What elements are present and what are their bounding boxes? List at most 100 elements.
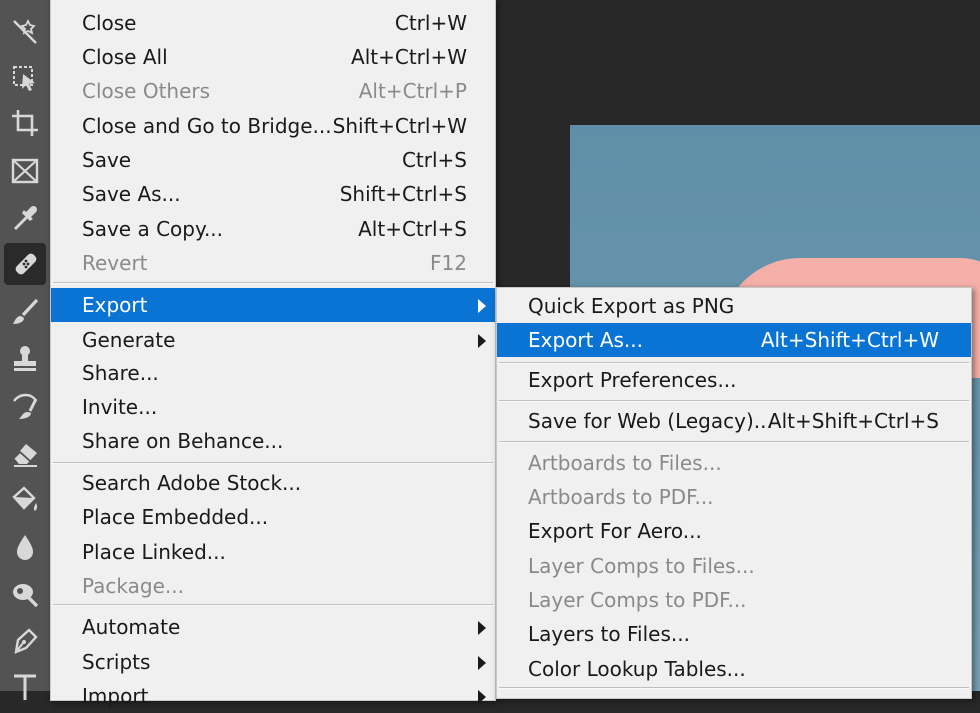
menu-item-label: Export As...: [528, 328, 643, 352]
menu-item-label: Place Linked...: [82, 540, 226, 564]
paint-bucket-icon[interactable]: [9, 484, 41, 516]
menu-item-layers-to-files[interactable]: Layers to Files...: [497, 617, 971, 651]
menu-item-label: Close All: [82, 45, 168, 69]
menu-item-label: Close and Go to Bridge...: [82, 114, 332, 138]
menu-item-artboards-to-files: Artboards to Files...: [497, 446, 971, 480]
menu-item-label: Place Embedded...: [82, 505, 269, 529]
clone-stamp-icon[interactable]: [9, 342, 41, 374]
menu-item-package: Package...: [51, 569, 495, 603]
menu-item-save[interactable]: Save Ctrl+S: [51, 143, 495, 177]
menu-item-shortcut: Shift+Ctrl+S: [339, 182, 467, 206]
menu-item-generate[interactable]: Generate: [51, 323, 495, 357]
menu-item-shortcut: Shift+Ctrl+W: [332, 114, 467, 138]
eyedropper-icon[interactable]: [9, 202, 41, 234]
menu-item-artboards-to-pdf: Artboards to PDF...: [497, 480, 971, 514]
submenu-arrow-icon: [478, 334, 486, 348]
menu-item-label: Import: [82, 684, 149, 708]
menu-item-share[interactable]: Share...: [51, 356, 495, 390]
submenu-arrow-icon: [478, 621, 486, 635]
spot-healing-brush-icon[interactable]: [4, 243, 46, 285]
brush-icon[interactable]: [9, 296, 41, 328]
menu-item-automate[interactable]: Automate: [51, 610, 495, 644]
menu-item-color-lookup-tables[interactable]: Color Lookup Tables...: [497, 652, 971, 686]
menu-item-save-for-web-legacy[interactable]: Save for Web (Legacy)... Alt+Shift+Ctrl+…: [497, 404, 971, 438]
menu-item-revert: Revert F12: [51, 246, 495, 280]
menu-item-label: Revert: [82, 251, 148, 275]
menu-item-label: Share on Behance...: [82, 429, 284, 453]
export-submenu: Quick Export as PNG Export As... Alt+Shi…: [496, 287, 972, 699]
menu-item-label: Close: [82, 11, 137, 35]
eraser-icon[interactable]: [9, 437, 41, 469]
menu-item-shortcut: Alt+Ctrl+S: [358, 217, 467, 241]
tools-panel: [0, 0, 51, 700]
menu-item-export-as[interactable]: Export As... Alt+Shift+Ctrl+W: [497, 323, 971, 357]
menu-item-shortcut: Ctrl+S: [401, 148, 467, 172]
menu-separator: [499, 441, 969, 443]
menu-item-close-all[interactable]: Close All Alt+Ctrl+W: [51, 40, 495, 74]
menu-item-label: Search Adobe Stock...: [82, 471, 302, 495]
menu-item-close-and-go-to-bridge[interactable]: Close and Go to Bridge... Shift+Ctrl+W: [51, 109, 495, 143]
menu-item-label: Scripts: [82, 650, 151, 674]
menu-item-shortcut: Alt+Shift+Ctrl+W: [760, 328, 939, 352]
submenu-arrow-icon: [478, 656, 486, 670]
menu-item-label: Save: [82, 148, 132, 172]
pen-icon[interactable]: [9, 625, 41, 657]
menu-item-share-on-behance[interactable]: Share on Behance...: [51, 424, 495, 458]
menu-separator: [499, 687, 969, 689]
menu-item-label: Export For Aero...: [528, 519, 702, 543]
menu-item-shortcut: Alt+Ctrl+P: [358, 79, 467, 103]
menu-item-shortcut: F12: [430, 251, 467, 275]
menu-item-place-linked[interactable]: Place Linked...: [51, 535, 495, 569]
menu-item-label: Artboards to Files...: [528, 451, 722, 475]
menu-item-export-for-aero[interactable]: Export For Aero...: [497, 514, 971, 548]
menu-item-export-preferences[interactable]: Export Preferences...: [497, 363, 971, 397]
frame-icon[interactable]: [9, 155, 41, 187]
menu-item-invite[interactable]: Invite...: [51, 390, 495, 424]
magic-wand-icon[interactable]: [9, 16, 41, 48]
menu-item-label: Share...: [82, 361, 159, 385]
menu-item-label: Package...: [82, 574, 184, 598]
menu-item-label: Color Lookup Tables...: [528, 657, 746, 681]
menu-item-label: Automate: [82, 615, 181, 639]
menu-item-label: Close Others: [82, 79, 211, 103]
menu-item-layer-comps-to-pdf: Layer Comps to PDF...: [497, 583, 971, 617]
menu-item-shortcut: Ctrl+W: [394, 11, 467, 35]
menu-item-label: Quick Export as PNG: [528, 294, 735, 318]
menu-item-shortcut: Alt+Ctrl+W: [351, 45, 467, 69]
file-menu: Close Ctrl+W Close All Alt+Ctrl+W Close …: [50, 0, 496, 708]
menu-item-label: Save a Copy...: [82, 217, 224, 241]
crop-icon[interactable]: [9, 107, 41, 139]
menu-item-label: Artboards to PDF...: [528, 485, 714, 509]
submenu-arrow-icon: [478, 690, 486, 704]
menu-separator: [53, 282, 493, 284]
menu-item-close[interactable]: Close Ctrl+W: [51, 6, 495, 40]
menu-separator: [499, 400, 969, 402]
menu-item-search-adobe-stock[interactable]: Search Adobe Stock...: [51, 466, 495, 500]
submenu-arrow-icon: [478, 299, 486, 313]
history-brush-icon[interactable]: [9, 390, 41, 422]
menu-item-label: Layer Comps to Files...: [528, 554, 755, 578]
menu-item-place-embedded[interactable]: Place Embedded...: [51, 500, 495, 534]
menu-item-import[interactable]: Import: [51, 679, 495, 713]
menu-item-label: Layer Comps to PDF...: [528, 588, 747, 612]
menu-item-export[interactable]: Export: [51, 288, 495, 322]
menu-item-save-a-copy[interactable]: Save a Copy... Alt+Ctrl+S: [51, 212, 495, 246]
menu-separator: [53, 604, 493, 606]
menu-separator: [53, 462, 493, 464]
object-selection-icon[interactable]: [9, 62, 41, 94]
type-icon[interactable]: [9, 669, 41, 701]
menu-item-label: Export: [82, 293, 148, 317]
blur-icon[interactable]: [9, 531, 41, 563]
menu-item-shortcut: Alt+Shift+Ctrl+S: [767, 409, 939, 433]
menu-item-label: Save As...: [82, 182, 181, 206]
menu-item-label: Invite...: [82, 395, 158, 419]
menu-item-scripts[interactable]: Scripts: [51, 645, 495, 679]
menu-item-label: Export Preferences...: [528, 368, 737, 392]
menu-item-label: Layers to Files...: [528, 622, 690, 646]
menu-item-layer-comps-to-files: Layer Comps to Files...: [497, 549, 971, 583]
menu-item-label: Generate: [82, 328, 176, 352]
dodge-icon[interactable]: [9, 578, 41, 610]
menu-item-save-as[interactable]: Save As... Shift+Ctrl+S: [51, 177, 495, 211]
menu-item-close-others: Close Others Alt+Ctrl+P: [51, 74, 495, 108]
menu-item-quick-export-as-png[interactable]: Quick Export as PNG: [497, 289, 971, 323]
